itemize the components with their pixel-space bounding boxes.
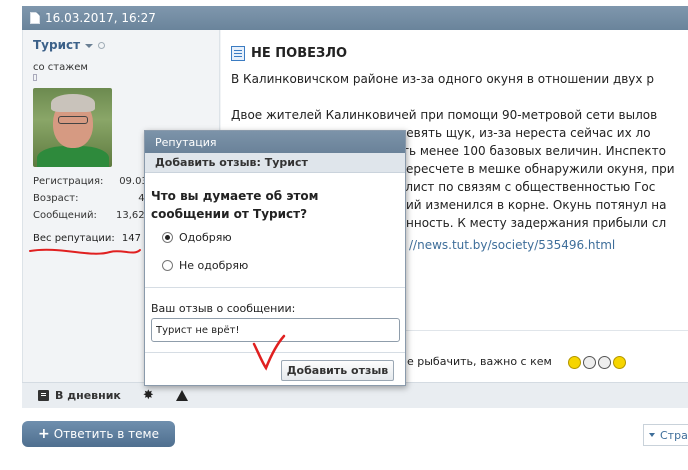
post-line: ий изменился в корне. Окунь потянул на bbox=[406, 198, 667, 212]
stat-row: Возраст:49 bbox=[33, 193, 151, 204]
user-title: со стажем bbox=[33, 62, 88, 73]
document-icon bbox=[30, 12, 40, 24]
popup-divider bbox=[145, 287, 405, 288]
username[interactable]: Турист bbox=[33, 38, 106, 52]
plus-icon: + bbox=[38, 426, 50, 442]
popup-titlebar[interactable]: Репутация bbox=[145, 131, 405, 153]
source-link[interactable]: //news.tut.by/society/535496.html bbox=[409, 236, 615, 254]
reputation-popup: Репутация Добавить отзыв: Турист Что вы … bbox=[144, 130, 406, 386]
disapprove-radio[interactable] bbox=[162, 260, 173, 271]
book-icon bbox=[38, 390, 49, 401]
popup-subtitle: Добавить отзыв: Турист bbox=[145, 153, 405, 173]
post-line: Двое жителей Калинковичей при помощи 90-… bbox=[231, 108, 658, 122]
stat-row: Регистрация: 09.03. bbox=[33, 176, 151, 187]
popup-question: Что вы думаете об этом сообщении от Тури… bbox=[151, 189, 319, 221]
diary-button[interactable]: В дневник bbox=[38, 389, 121, 402]
reputation-value: 147 bbox=[121, 233, 141, 244]
reputation-label: Вес репутации: bbox=[33, 233, 115, 244]
popup-divider bbox=[145, 352, 405, 353]
reply-button[interactable]: + Ответить в теме bbox=[22, 421, 175, 447]
caret-down-icon[interactable] bbox=[85, 43, 94, 48]
page-navigation[interactable]: Стра bbox=[643, 424, 688, 446]
username-text[interactable]: Турист bbox=[33, 38, 80, 52]
post-line: ть менее 100 базовых величин. Инспекто bbox=[402, 144, 666, 158]
comment-input[interactable] bbox=[151, 318, 400, 342]
comment-label: Ваш отзыв о сообщении: bbox=[151, 302, 296, 315]
post-line: ересчете в мешке обнаружили окуня, при bbox=[406, 162, 675, 176]
post-date: 16.03.2017, 16:27 bbox=[45, 11, 156, 25]
rank-icon bbox=[33, 74, 37, 81]
post-title: НЕ ПОВЕЗЛО bbox=[231, 46, 347, 61]
smiley-icon bbox=[612, 355, 626, 369]
approve-option[interactable]: Одобряю bbox=[162, 231, 232, 244]
triangle-down-icon bbox=[649, 433, 655, 437]
smiley-icon bbox=[567, 355, 581, 369]
reputation-star-icon[interactable]: ✸ bbox=[143, 388, 154, 403]
post-line: алист по связям с общественностью Гос bbox=[398, 180, 656, 194]
signature: е рыбачить, важно с кем bbox=[407, 355, 627, 369]
disapprove-option[interactable]: Не одобряю bbox=[162, 259, 248, 272]
offline-status-icon bbox=[98, 42, 106, 49]
approve-radio[interactable] bbox=[162, 232, 173, 243]
smiley-icon bbox=[582, 355, 596, 369]
post-line: В Калинковичском районе из-за одного оку… bbox=[231, 72, 654, 86]
stat-row: Сообщений: 13,621 bbox=[33, 210, 151, 221]
post-header: 16.03.2017, 16:27 bbox=[22, 6, 688, 30]
post-icon bbox=[231, 46, 245, 61]
avatar[interactable] bbox=[33, 88, 112, 167]
reputation-row: Вес репутации: 147 bbox=[33, 233, 141, 244]
add-feedback-button[interactable]: Добавить отзыв bbox=[281, 360, 394, 381]
post-line: девять щук, из-за нереста сейчас их ло bbox=[398, 126, 651, 140]
smiley-icon bbox=[597, 355, 611, 369]
report-warning-icon[interactable] bbox=[175, 390, 188, 401]
user-stats: Регистрация:09.03. Возраст:49 Сообщений:… bbox=[33, 173, 151, 224]
post-line: нность. К месту задержания прибыли сл bbox=[406, 216, 667, 230]
post-title-text: НЕ ПОВЕЗЛО bbox=[251, 46, 348, 61]
